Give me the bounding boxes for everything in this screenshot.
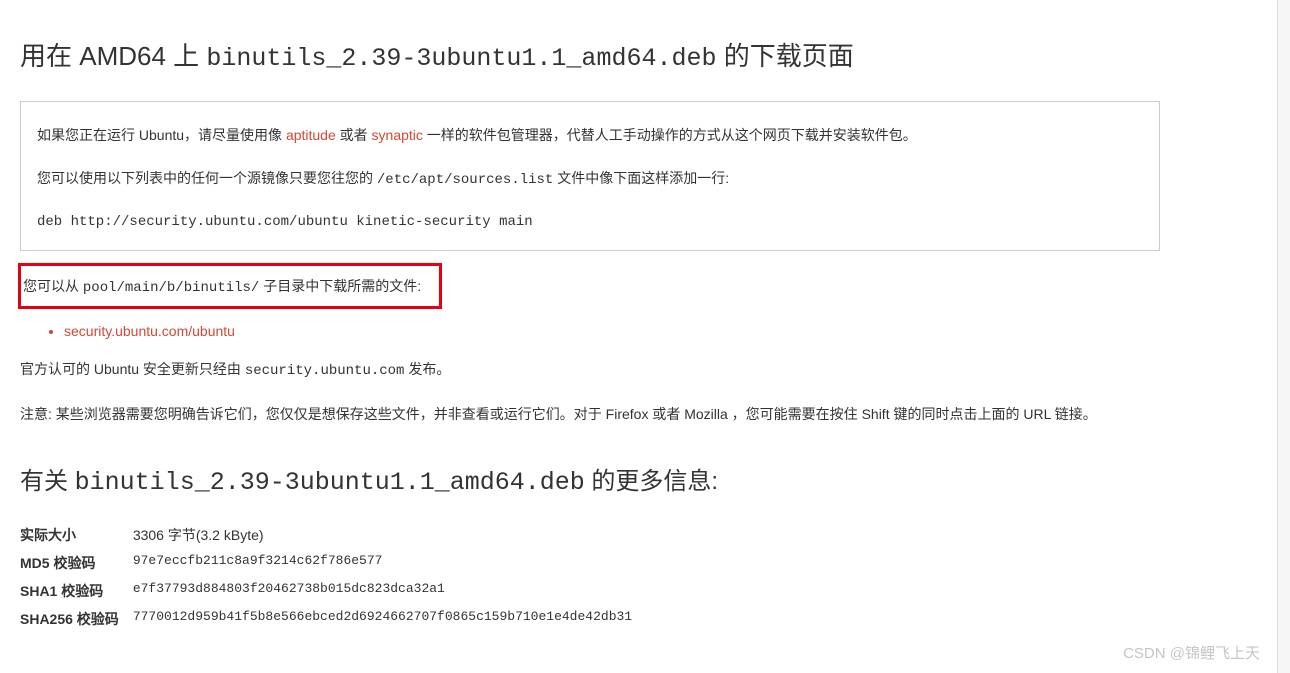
info-label: 实际大小: [20, 521, 133, 549]
file-info-table: 实际大小 3306 字节(3.2 kByte) MD5 校验码 97e7eccf…: [20, 521, 646, 633]
table-row: SHA1 校验码 e7f37793d884803f20462738b015dc8…: [20, 577, 646, 605]
sources-instruction: 您可以使用以下列表中的任何一个源镜像只要您往您的 /etc/apt/source…: [37, 165, 1143, 194]
text: 您可以使用以下列表中的任何一个源镜像只要您往您的: [37, 170, 377, 186]
text: 发布。: [404, 361, 450, 377]
instructions-box: 如果您正在运行 Ubuntu，请尽量使用像 aptitude 或者 synapt…: [20, 101, 1160, 251]
info-value: 7770012d959b41f5b8e566ebced2d6924662707f…: [133, 605, 646, 633]
title-filename: binutils_2.39-3ubuntu1.1_amd64.deb: [206, 44, 716, 73]
aptitude-link[interactable]: aptitude: [286, 127, 336, 143]
list-item: security.ubuntu.com/ubuntu: [64, 323, 1270, 339]
text: 如果您正在运行 Ubuntu，请尽量使用像: [37, 127, 286, 143]
info-label: MD5 校验码: [20, 549, 133, 577]
sources-path: /etc/apt/sources.list: [377, 172, 553, 188]
info-value: e7f37793d884803f20462738b015dc823dca32a1: [133, 577, 646, 605]
text: 或者: [336, 127, 372, 143]
text: 文件中像下面这样添加一行:: [553, 170, 729, 186]
info-value: 97e7eccfb211c8a9f3214c62f786e577: [133, 549, 646, 577]
subtitle-prefix: 有关: [20, 468, 75, 495]
text: 一样的软件包管理器，代替人工手动操作的方式从这个网页下载并安装软件包。: [423, 127, 917, 143]
page-title: 用在 AMD64 上 binutils_2.39-3ubuntu1.1_amd6…: [20, 36, 1270, 73]
deb-line: deb http://security.ubuntu.com/ubuntu ki…: [37, 209, 1143, 236]
text: 官方认可的 Ubuntu 安全更新只经由: [20, 361, 245, 377]
more-info-heading: 有关 binutils_2.39-3ubuntu1.1_amd64.deb 的更…: [20, 461, 1270, 497]
side-strip: [1277, 0, 1290, 673]
pool-path: pool/main/b/binutils/: [83, 280, 259, 296]
synaptic-link[interactable]: synaptic: [372, 127, 423, 143]
subtitle-filename: binutils_2.39-3ubuntu1.1_amd64.deb: [75, 468, 585, 497]
table-row: 实际大小 3306 字节(3.2 kByte): [20, 521, 646, 549]
page-content: 用在 AMD64 上 binutils_2.39-3ubuntu1.1_amd6…: [0, 0, 1290, 673]
info-label: SHA256 校验码: [20, 605, 133, 633]
text: 子目录中下载所需的文件:: [259, 278, 421, 294]
table-row: MD5 校验码 97e7eccfb211c8a9f3214c62f786e577: [20, 549, 646, 577]
mirror-link[interactable]: security.ubuntu.com/ubuntu: [64, 323, 235, 339]
text: 您可以从: [23, 278, 83, 294]
browser-note: 注意: 某些浏览器需要您明确告诉它们，您仅仅是想保存这些文件，并非查看或运行它们…: [20, 402, 1160, 427]
mirror-list: security.ubuntu.com/ubuntu: [64, 323, 1270, 339]
pool-path-highlight: 您可以从 pool/main/b/binutils/ 子目录中下载所需的文件:: [18, 263, 442, 309]
table-row: SHA256 校验码 7770012d959b41f5b8e566ebced2d…: [20, 605, 646, 633]
security-host: security.ubuntu.com: [245, 363, 405, 379]
official-source-note: 官方认可的 Ubuntu 安全更新只经由 security.ubuntu.com…: [20, 357, 1160, 384]
info-label: SHA1 校验码: [20, 577, 133, 605]
title-suffix: 的下载页面: [716, 41, 853, 71]
pkg-manager-advice: 如果您正在运行 Ubuntu，请尽量使用像 aptitude 或者 synapt…: [37, 122, 1143, 149]
watermark: CSDN @锦鲤飞上天: [1123, 642, 1260, 663]
subtitle-suffix: 的更多信息:: [585, 468, 718, 495]
info-value: 3306 字节(3.2 kByte): [133, 521, 646, 549]
title-prefix: 用在 AMD64 上: [20, 41, 206, 71]
